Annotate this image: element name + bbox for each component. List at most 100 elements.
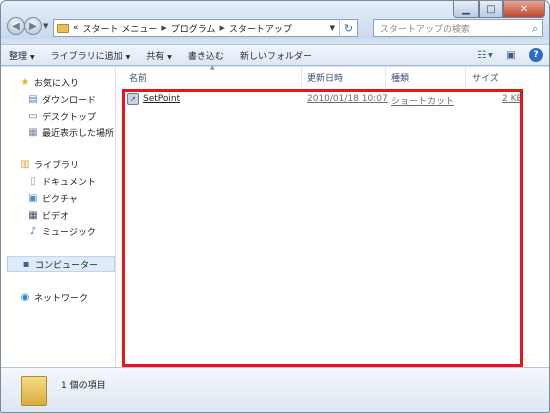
column-type-label: 種類 — [391, 73, 410, 84]
library-icon: ▥ — [20, 158, 30, 170]
new-folder-button[interactable]: 新しいフォルダー — [232, 49, 320, 62]
nav-favorites-label: お気に入り — [34, 78, 80, 89]
nav-computer[interactable]: ▪ コンピューター — [7, 256, 115, 272]
nav-network-label: ネットワーク — [34, 293, 89, 304]
folder-icon — [57, 23, 69, 33]
caption-buttons: ▁ □ ✕ — [453, 1, 545, 18]
burn-button[interactable]: 書き込む — [180, 49, 232, 62]
search-placeholder: スタートアップの検索 — [380, 24, 471, 35]
file-type: ショートカット — [391, 97, 455, 107]
downloads-icon: ▤ — [28, 93, 38, 105]
recent-places-icon: ▦ — [28, 126, 38, 138]
nav-pictures-label: ピクチャ — [42, 194, 78, 205]
desktop-icon: ▭ — [28, 110, 38, 122]
refresh-icon[interactable]: ↻ — [339, 20, 357, 36]
nav-videos-label: ビデオ — [42, 211, 70, 222]
preview-pane-icon[interactable]: ▣ — [503, 47, 519, 63]
chevron-down-icon: ▼ — [125, 53, 131, 61]
nav-documents[interactable]: ▯ ドキュメント — [27, 173, 96, 189]
column-divider[interactable] — [301, 67, 302, 87]
file-row[interactable]: ➚ SetPoint 2010/01/18 10:07 ショートカット 2 KB — [123, 93, 543, 107]
file-date: 2010/01/18 10:07 — [307, 94, 388, 104]
file-size: 2 KB — [502, 94, 523, 104]
file-list: ▲ 名前 更新日時 種類 サイズ ➚ SetPoint 2010/01/18 1… — [117, 64, 549, 367]
item-count: 1 個の項目 — [61, 381, 106, 391]
toolbar-right: ☷ ▼ ▣ ? — [477, 47, 543, 63]
add-to-library-button[interactable]: ライブラリに追加 ▼ — [43, 49, 139, 62]
recent-pages-dropdown[interactable]: ▼ — [43, 22, 48, 30]
nav-network[interactable]: ◉ ネットワーク — [19, 289, 88, 305]
column-size-label: サイズ — [472, 73, 499, 84]
nav-music[interactable]: ♪ ミュージック — [27, 223, 96, 239]
back-button[interactable]: ◀ — [7, 17, 25, 35]
view-options-icon[interactable]: ☷ ▼ — [477, 47, 493, 63]
nav-desktop[interactable]: ▭ デスクトップ — [27, 108, 96, 124]
nav-music-label: ミュージック — [42, 227, 96, 238]
documents-icon: ▯ — [30, 175, 36, 187]
address-dropdown-icon[interactable]: ▼ — [330, 24, 335, 32]
burn-label: 書き込む — [187, 51, 224, 62]
pictures-icon: ▣ — [28, 192, 38, 204]
organize-button[interactable]: 整理 ▼ — [1, 49, 43, 62]
content-area: ★ お気に入り ▤ ダウンロード ▭ デスクトップ ▦ 最近表示した場所 ▥ ライブラリ … — [1, 64, 549, 367]
column-header-size[interactable]: サイズ — [472, 67, 499, 87]
address-bar[interactable]: « スタート メニュー ▶ プログラム ▶ スタートアップ ▼ ↻ — [53, 19, 358, 37]
nav-computer-label: コンピューター — [35, 260, 99, 271]
breadcrumb-programs[interactable]: プログラム — [171, 22, 216, 35]
nav-libraries-label: ライブラリ — [34, 160, 80, 171]
title-bar: ▁ □ ✕ ◀ ▶ ▼ « スタート メニュー ▶ プログラム ▶ スタートアッ… — [1, 1, 549, 39]
nav-documents-label: ドキュメント — [42, 177, 97, 188]
help-icon[interactable]: ? — [529, 48, 543, 62]
videos-icon: ▦ — [28, 209, 38, 221]
nav-libraries[interactable]: ▥ ライブラリ — [19, 156, 79, 172]
share-label: 共有 — [146, 51, 165, 62]
breadcrumb-overflow[interactable]: « — [73, 23, 79, 33]
column-divider[interactable] — [385, 67, 386, 87]
search-input[interactable]: スタートアップの検索 ⌕ — [373, 19, 543, 37]
maximize-button[interactable]: □ — [479, 1, 503, 18]
share-button[interactable]: 共有 ▼ — [138, 49, 180, 62]
column-name-label: 名前 — [129, 73, 148, 84]
details-pane: 1 個の項目 — [1, 367, 549, 412]
star-icon: ★ — [20, 76, 30, 88]
breadcrumb-startup[interactable]: スタートアップ — [229, 22, 292, 35]
file-name[interactable]: SetPoint — [143, 94, 180, 104]
breadcrumb-start-menu[interactable]: スタート メニュー — [83, 22, 158, 35]
breadcrumb-separator-icon[interactable]: ▶ — [161, 24, 166, 32]
organize-label: 整理 — [9, 51, 28, 62]
back-arrow-icon: ◀ — [12, 20, 20, 32]
navigation-buttons: ◀ ▶ ▼ — [7, 17, 48, 35]
nav-favorites[interactable]: ★ お気に入り — [19, 74, 80, 90]
forward-arrow-icon: ▶ — [29, 20, 37, 32]
navigation-pane: ★ お気に入り ▤ ダウンロード ▭ デスクトップ ▦ 最近表示した場所 ▥ ライブラリ … — [1, 67, 116, 367]
music-icon: ♪ — [29, 225, 37, 237]
network-icon: ◉ — [20, 291, 30, 303]
forward-button[interactable]: ▶ — [24, 17, 42, 35]
minimize-button[interactable]: ▁ — [453, 1, 479, 18]
shortcut-icon: ➚ — [127, 93, 139, 105]
chevron-down-icon: ▼ — [30, 53, 35, 61]
add-to-library-label: ライブラリに追加 — [50, 51, 123, 62]
nav-downloads[interactable]: ▤ ダウンロード — [27, 91, 96, 107]
nav-videos[interactable]: ▦ ビデオ — [27, 207, 69, 223]
nav-desktop-label: デスクトップ — [42, 112, 97, 123]
column-header-date[interactable]: 更新日時 — [307, 67, 343, 87]
computer-icon: ▪ — [22, 258, 30, 270]
nav-downloads-label: ダウンロード — [42, 95, 97, 106]
command-bar: 整理 ▼ ライブラリに追加 ▼ 共有 ▼ 書き込む 新しいフォルダー ☷ ▼ ▣ ? — [1, 44, 549, 66]
column-date-label: 更新日時 — [307, 73, 344, 84]
nav-pictures[interactable]: ▣ ピクチャ — [27, 190, 78, 206]
column-header-name[interactable]: 名前 — [129, 67, 147, 87]
close-button[interactable]: ✕ — [503, 1, 545, 18]
sort-ascending-icon: ▲ — [210, 64, 215, 71]
folder-icon — [21, 376, 47, 406]
breadcrumb-separator-icon[interactable]: ▶ — [220, 24, 225, 32]
new-folder-label: 新しいフォルダー — [239, 51, 312, 62]
nav-recent-label: 最近表示した場所 — [42, 128, 115, 139]
explorer-window: ▁ □ ✕ ◀ ▶ ▼ « スタート メニュー ▶ プログラム ▶ スタートアッ… — [0, 0, 550, 413]
chevron-down-icon: ▼ — [167, 53, 172, 61]
search-icon[interactable]: ⌕ — [532, 22, 538, 36]
column-header-type[interactable]: 種類 — [391, 67, 409, 87]
nav-recent[interactable]: ▦ 最近表示した場所 — [27, 124, 114, 140]
column-divider[interactable] — [465, 67, 466, 87]
